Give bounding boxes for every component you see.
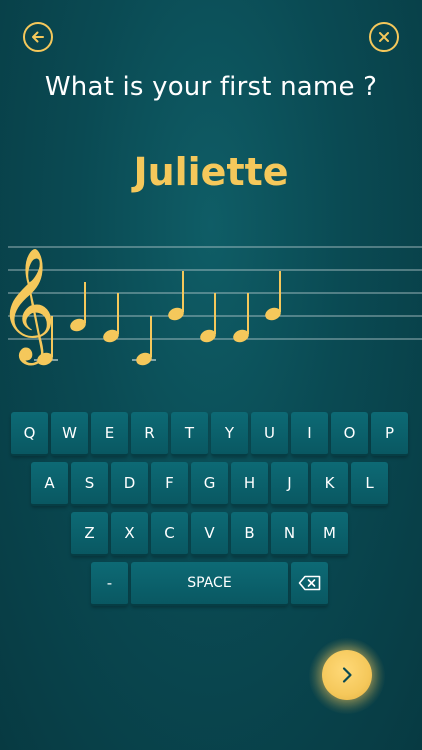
name-entry-screen: What is your first name ? Juliette 𝄞 Q W… — [0, 0, 422, 750]
key-k[interactable]: K — [311, 462, 348, 506]
backspace-icon — [298, 575, 320, 591]
key-q[interactable]: Q — [11, 412, 48, 456]
key-b[interactable]: B — [231, 512, 268, 556]
key-z[interactable]: Z — [71, 512, 108, 556]
key-c[interactable]: C — [151, 512, 188, 556]
key-f[interactable]: F — [151, 462, 188, 506]
backspace-key[interactable] — [291, 562, 328, 606]
notes — [34, 271, 281, 366]
question-title: What is your first name ? — [44, 72, 378, 102]
key-i[interactable]: I — [291, 412, 328, 456]
key-x[interactable]: X — [111, 512, 148, 556]
note — [168, 271, 184, 321]
close-button[interactable] — [369, 22, 399, 52]
key-p[interactable]: P — [371, 412, 408, 456]
note — [233, 293, 249, 343]
key-w[interactable]: W — [51, 412, 88, 456]
key-m[interactable]: M — [311, 512, 348, 556]
key-r[interactable]: R — [131, 412, 168, 456]
note — [265, 271, 281, 321]
entered-name: Juliette — [133, 150, 289, 194]
key-s[interactable]: S — [71, 462, 108, 506]
key-e[interactable]: E — [91, 412, 128, 456]
chevron-right-icon — [342, 667, 352, 683]
key-u[interactable]: U — [251, 412, 288, 456]
note — [200, 293, 216, 343]
key-y[interactable]: Y — [211, 412, 248, 456]
space-key[interactable]: SPACE — [131, 562, 288, 606]
key-t[interactable]: T — [171, 412, 208, 456]
key-o[interactable]: O — [331, 412, 368, 456]
key-n[interactable]: N — [271, 512, 308, 556]
key-j[interactable]: J — [271, 462, 308, 506]
key-v[interactable]: V — [191, 512, 228, 556]
key-hyphen[interactable]: - — [91, 562, 128, 606]
key-d[interactable]: D — [111, 462, 148, 506]
back-button[interactable] — [23, 22, 53, 52]
note — [103, 293, 119, 343]
key-l[interactable]: L — [351, 462, 388, 506]
key-g[interactable]: G — [191, 462, 228, 506]
note — [70, 282, 86, 332]
treble-clef-icon: 𝄞 — [0, 247, 56, 366]
note — [132, 316, 156, 366]
key-h[interactable]: H — [231, 462, 268, 506]
key-a[interactable]: A — [31, 462, 68, 506]
arrow-left-icon — [32, 31, 44, 43]
next-button[interactable] — [322, 650, 372, 700]
close-icon — [379, 32, 389, 42]
music-staff: 𝄞 — [0, 246, 422, 366]
